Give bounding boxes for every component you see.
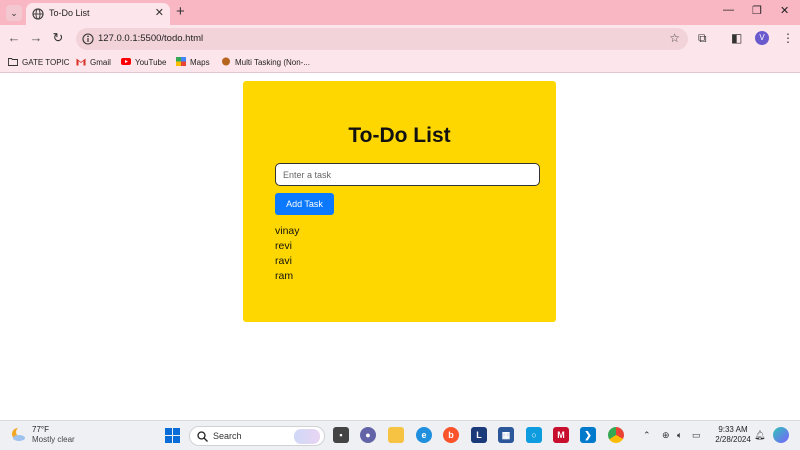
maps-icon xyxy=(176,57,186,66)
search-icon xyxy=(197,431,208,442)
bookmark-star-icon[interactable]: ☆ xyxy=(669,31,680,45)
tab-title: To-Do List xyxy=(49,8,90,18)
bookmark-gmail[interactable]: Gmail xyxy=(76,57,111,67)
clock-time[interactable]: 9:33 AM xyxy=(713,425,753,434)
browser-tabstrip: ⌄ To-Do List ✕ + — ❐ ✕ xyxy=(0,0,800,25)
task-item: ram xyxy=(275,270,294,282)
minimize-icon[interactable]: — xyxy=(723,4,734,16)
tab-close-icon[interactable]: ✕ xyxy=(155,6,164,19)
notification-bell-icon[interactable]: 🔔︎ xyxy=(754,430,765,441)
new-tab-button[interactable]: + xyxy=(176,3,185,21)
chevron-up-icon[interactable]: ⌃ xyxy=(643,430,651,441)
bookmark-label: Maps xyxy=(190,58,210,67)
bookmark-favicon-icon xyxy=(222,57,230,66)
window-close-icon[interactable]: ✕ xyxy=(780,4,789,17)
weather-temperature: 77°F xyxy=(32,425,49,434)
taskbar-search[interactable]: Search xyxy=(189,426,325,446)
copilot-icon[interactable] xyxy=(773,427,789,443)
mcafee-icon[interactable]: M xyxy=(553,427,569,443)
language-icon[interactable]: ⊕ xyxy=(662,430,670,441)
windows-start-icon[interactable] xyxy=(165,428,180,443)
address-url: 127.0.0.1:5500/todo.html xyxy=(98,33,204,44)
tab-search-dropdown-icon[interactable]: ⌄ xyxy=(6,5,22,21)
clock-date[interactable]: 2/28/2024 xyxy=(713,435,753,444)
restore-icon[interactable]: ❐ xyxy=(752,4,762,17)
l-app-icon[interactable]: L xyxy=(471,427,487,443)
task-input[interactable] xyxy=(275,163,540,186)
windows-taskbar: 77°F Mostly clear Search ▪ ● e b L ▦ ○ M… xyxy=(0,420,800,450)
task-item: ravi xyxy=(275,255,292,267)
todo-card: To-Do List Add Task vinay revi ravi ram xyxy=(243,81,556,322)
youtube-icon xyxy=(121,58,131,65)
weather-description: Mostly clear xyxy=(32,435,75,444)
chrome-icon[interactable] xyxy=(608,427,624,443)
search-label: Search xyxy=(213,431,242,441)
task-item: revi xyxy=(275,240,292,252)
task-list: vinay revi ravi ram xyxy=(275,224,300,284)
page-title: To-Do List xyxy=(348,124,451,147)
search-highlight-icon xyxy=(294,429,320,444)
forward-arrow-icon[interactable]: → xyxy=(27,30,45,45)
side-panel-icon[interactable]: ◧ xyxy=(731,31,742,45)
task-item: vinay xyxy=(275,225,300,237)
site-info-icon[interactable] xyxy=(82,33,94,45)
add-task-button[interactable]: Add Task xyxy=(275,193,334,215)
address-bar[interactable]: 127.0.0.1:5500/todo.html ☆ xyxy=(76,28,688,50)
app-icon[interactable]: ○ xyxy=(526,427,542,443)
bookmark-label: GATE TOPIC xyxy=(22,58,70,67)
store-icon[interactable]: ▦ xyxy=(498,427,514,443)
edge-icon[interactable]: e xyxy=(416,427,432,443)
bookmark-label: YouTube xyxy=(135,58,167,67)
bookmarks-bar: GATE TOPIC Gmail YouTube Maps Multi Task… xyxy=(0,53,800,73)
menu-kebab-icon[interactable]: ⋮ xyxy=(782,31,794,45)
profile-avatar[interactable]: V xyxy=(755,31,769,45)
bookmark-label: Gmail xyxy=(90,58,111,67)
browser-tab[interactable]: To-Do List ✕ xyxy=(26,3,170,25)
brave-icon[interactable]: b xyxy=(443,427,459,443)
bookmark-multi-tasking[interactable]: Multi Tasking (Non-... xyxy=(221,57,310,67)
globe-icon xyxy=(32,8,44,20)
extensions-icon[interactable]: ⧉ xyxy=(698,31,707,46)
weather-moon-icon[interactable] xyxy=(11,427,26,442)
gmail-icon xyxy=(76,58,86,66)
bookmark-maps[interactable]: Maps xyxy=(176,57,210,67)
battery-icon[interactable]: ▭ xyxy=(692,430,701,441)
vscode-icon[interactable]: ❯ xyxy=(580,427,596,443)
bookmark-label: Multi Tasking (Non-... xyxy=(235,58,310,67)
folder-icon xyxy=(8,58,18,66)
speaker-icon[interactable]: 🔈︎ xyxy=(677,430,682,441)
file-explorer-icon[interactable] xyxy=(388,427,404,443)
task-view-icon[interactable]: ▪ xyxy=(333,427,349,443)
bookmark-youtube[interactable]: YouTube xyxy=(121,57,166,67)
browser-toolbar: ← → ↻ 127.0.0.1:5500/todo.html ☆ ⧉ ◧ V ⋮ xyxy=(0,25,800,53)
reload-icon[interactable]: ↻ xyxy=(49,30,67,46)
bookmark-gate-topic[interactable]: GATE TOPIC xyxy=(8,57,70,67)
back-arrow-icon[interactable]: ← xyxy=(5,30,23,45)
teams-chat-icon[interactable]: ● xyxy=(360,427,376,443)
